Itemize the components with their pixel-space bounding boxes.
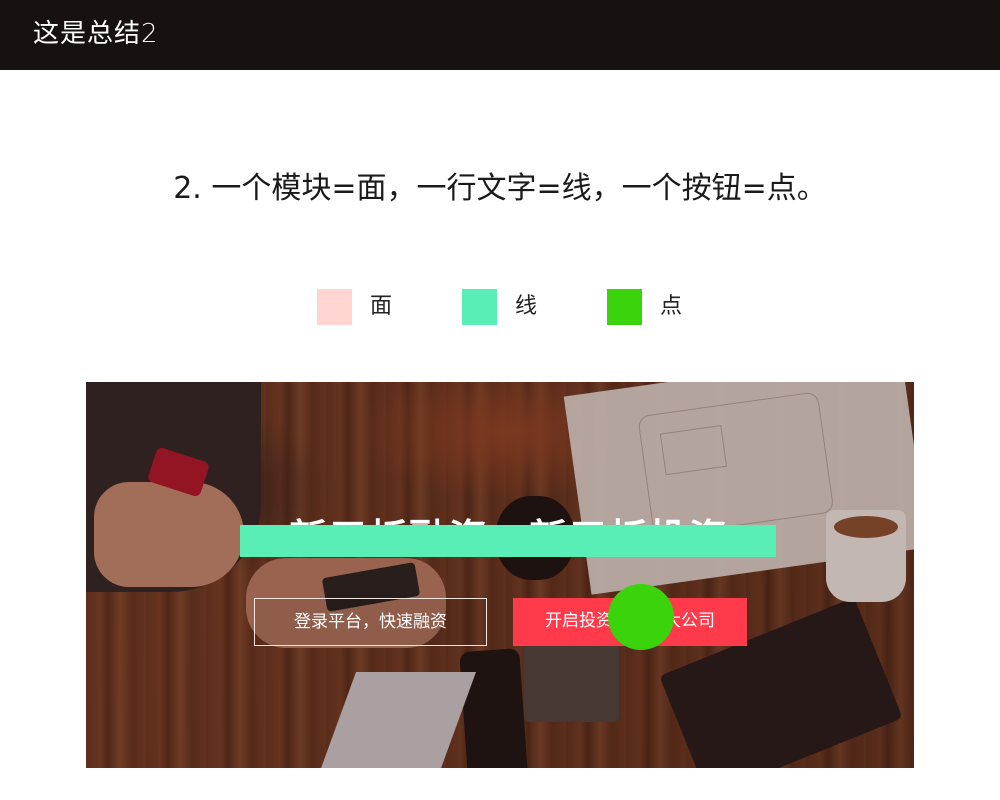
login-financing-button[interactable]: 登录平台，快速融资 — [254, 598, 487, 646]
legend-label-surface: 面 — [370, 294, 393, 319]
hero-overlay — [86, 382, 914, 768]
legend-swatch-point — [607, 289, 642, 325]
legend-swatch-surface — [317, 289, 352, 325]
point-highlight-marker — [608, 584, 674, 650]
page-title: 这是总结2 — [33, 19, 159, 49]
legend: 面 线 点 — [0, 289, 1000, 325]
top-bar: 这是总结2 — [0, 0, 1000, 70]
line-highlight-marker — [240, 525, 776, 557]
summary-headline: 2. 一个模块=面，一行文字=线，一个按钮=点。 — [173, 171, 827, 206]
hero-banner: 新三板融资，新三板投资 登录平台，快速融资 开启投资，投资大公司 — [86, 382, 914, 768]
legend-label-line: 线 — [515, 294, 538, 319]
legend-swatch-line — [462, 289, 497, 325]
legend-label-point: 点 — [660, 294, 683, 319]
